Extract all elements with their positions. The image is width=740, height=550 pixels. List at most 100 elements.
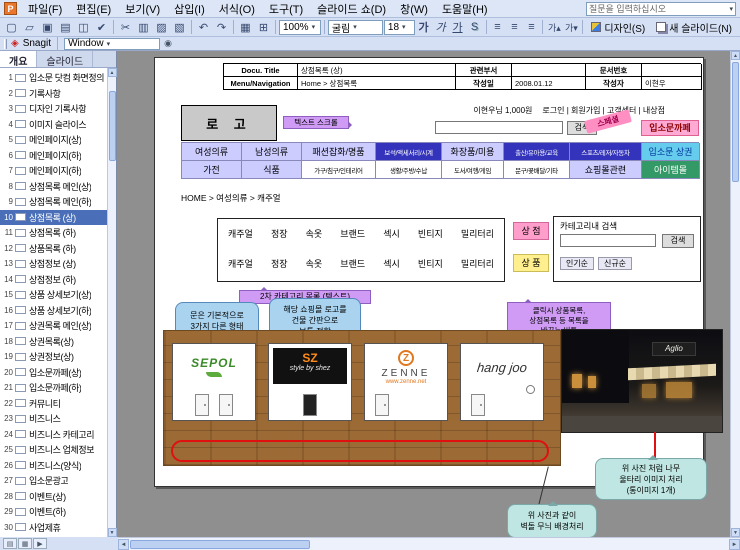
scrollbar-thumb[interactable] bbox=[108, 91, 116, 161]
sidebar-scrollbar[interactable]: ▲ ▼ bbox=[107, 68, 117, 537]
nav-cell[interactable]: 입소문 상권 bbox=[642, 143, 700, 161]
slide-list-item[interactable]: 13 상점정보 (상) bbox=[0, 256, 107, 272]
nav-cell[interactable]: 남성의류 bbox=[242, 143, 302, 161]
zoom-select[interactable]: 100% ▾ bbox=[279, 19, 321, 35]
slide-list-item[interactable]: 28 이벤트(상) bbox=[0, 489, 107, 505]
format-painter-icon[interactable]: ▧ bbox=[171, 19, 188, 35]
sort-newest-button[interactable]: 신규순 bbox=[598, 257, 632, 270]
nav-cell[interactable]: 도서/여행/게임 bbox=[442, 161, 504, 179]
normal-view-button[interactable]: ▤ bbox=[3, 538, 17, 549]
slide-list-item[interactable]: 7 메인페이지(하) bbox=[0, 163, 107, 179]
nav-cell[interactable]: 보석/액세서리/시계 bbox=[376, 143, 442, 161]
slide-list-item[interactable]: 22 커뮤니티 bbox=[0, 396, 107, 412]
slide-list-item[interactable]: 11 상점목록 (하) bbox=[0, 225, 107, 241]
slide-list-item[interactable]: 5 메인페이지(상) bbox=[0, 132, 107, 148]
category-search-input[interactable] bbox=[560, 234, 656, 247]
menu-item[interactable]: 편집(E) bbox=[69, 0, 118, 18]
menu-item[interactable]: 도움말(H) bbox=[435, 0, 495, 18]
category-link[interactable]: 빈티지 bbox=[418, 257, 443, 270]
align-left-button[interactable]: ≡ bbox=[489, 19, 505, 35]
sort-popular-button[interactable]: 인기순 bbox=[560, 257, 594, 270]
category-link[interactable]: 밀리터리 bbox=[461, 257, 494, 270]
category-link[interactable]: 속옷 bbox=[306, 257, 323, 270]
slide-list-item[interactable]: 26 비즈니스(양식) bbox=[0, 458, 107, 474]
slide-list-item[interactable]: 29 이벤트(하) bbox=[0, 504, 107, 520]
menu-item[interactable]: 슬라이드 쇼(D) bbox=[310, 0, 393, 18]
slide-sorter-view-button[interactable]: ▦ bbox=[18, 538, 32, 549]
menu-item[interactable]: 삽입(I) bbox=[167, 0, 212, 18]
bold-button[interactable]: 가 bbox=[416, 19, 432, 35]
slide-list-item[interactable]: 23 비즈니스 bbox=[0, 411, 107, 427]
scrollbar-thumb[interactable] bbox=[130, 539, 310, 549]
capture-icon[interactable]: ◉ bbox=[164, 38, 172, 49]
category-link[interactable]: 섹시 bbox=[383, 227, 400, 240]
slide-list-item[interactable]: 14 상점정보 (하) bbox=[0, 272, 107, 288]
tab-outline[interactable]: 개요 bbox=[0, 51, 38, 68]
toolbar-grip[interactable] bbox=[4, 38, 7, 49]
category-link[interactable]: 브랜드 bbox=[340, 227, 365, 240]
nav-cell[interactable]: 출산/유아용/교육 bbox=[504, 143, 570, 161]
increase-font-button[interactable]: 가▴ bbox=[546, 19, 562, 35]
copy-icon[interactable]: ▥ bbox=[135, 19, 152, 35]
nav-cell[interactable]: 쇼핑몰관련 bbox=[570, 161, 642, 179]
font-select[interactable]: 굴림 ▾ bbox=[327, 19, 383, 35]
nav-cell[interactable]: 여성의류 bbox=[182, 143, 242, 161]
design-button[interactable]: 디자인(S) bbox=[586, 19, 650, 35]
question-box[interactable]: 질문을 입력하십시오 ▾ bbox=[586, 1, 736, 16]
scroll-left-icon[interactable]: ◄ bbox=[118, 538, 129, 550]
slide-list-item[interactable]: 17 상권목록 메인(상) bbox=[0, 318, 107, 334]
slide-list-item[interactable]: 30 사업제휴 bbox=[0, 520, 107, 536]
store-card-sz[interactable]: SZ style by shez bbox=[268, 343, 352, 421]
new-slide-button[interactable]: 새 슬라이드(N) bbox=[651, 19, 737, 35]
slide-list-item[interactable]: 8 상점목록 메인(상) bbox=[0, 179, 107, 195]
nav-cell[interactable]: 식품 bbox=[242, 161, 302, 179]
category-link[interactable]: 브랜드 bbox=[340, 257, 365, 270]
spelling-icon[interactable]: ✔ bbox=[93, 19, 110, 35]
category-link[interactable]: 정장 bbox=[271, 257, 288, 270]
print-preview-icon[interactable]: ◫ bbox=[75, 19, 92, 35]
nav-cell[interactable]: 문구/꽃배달/기타 bbox=[504, 161, 570, 179]
slide-list-item[interactable]: 24 비즈니스 카테고리 bbox=[0, 427, 107, 443]
scroll-up-icon[interactable]: ▲ bbox=[107, 68, 117, 77]
category-link[interactable]: 캐주얼 bbox=[228, 257, 253, 270]
slide-list-item[interactable]: 19 상권정보(상) bbox=[0, 349, 107, 365]
category-link[interactable]: 밀리터리 bbox=[461, 227, 494, 240]
main-horizontal-scrollbar[interactable]: ◄ ► bbox=[118, 537, 740, 550]
slide-list-item[interactable]: 18 상권목록(상) bbox=[0, 334, 107, 350]
slide-list-item[interactable]: 21 입소문까페(하) bbox=[0, 380, 107, 396]
slide-list-item[interactable]: 9 상점목록 메인(하) bbox=[0, 194, 107, 210]
print-icon[interactable]: ▤ bbox=[57, 19, 74, 35]
insert-chart-icon[interactable]: ▦ bbox=[237, 19, 254, 35]
scroll-up-icon[interactable]: ▲ bbox=[731, 51, 740, 60]
category-link[interactable]: 속옷 bbox=[306, 227, 323, 240]
menu-item[interactable]: 보기(V) bbox=[118, 0, 167, 18]
slide-canvas[interactable]: Docu. Title 상점목록 (상) 관련부서 문서번호 Menu/Navi… bbox=[154, 57, 723, 537]
underline-button[interactable]: 가 bbox=[450, 19, 466, 35]
new-file-icon[interactable]: ▢ bbox=[3, 19, 20, 35]
store-card-zenne[interactable]: Z ZENNE www.zenne.net bbox=[364, 343, 448, 421]
slide-list-item[interactable]: 12 상품목록 (하) bbox=[0, 241, 107, 257]
category-link[interactable]: 캐주얼 bbox=[228, 227, 253, 240]
nav-cell[interactable]: 생활/주방/수납 bbox=[376, 161, 442, 179]
slide-list-item[interactable]: 1 입소문 닷컴 화면정의 bbox=[0, 70, 107, 86]
chevron-down-icon[interactable]: ▾ bbox=[729, 5, 733, 13]
slide-list-item[interactable]: 27 입소문광고 bbox=[0, 473, 107, 489]
font-size-select[interactable]: 18 ▾ bbox=[383, 19, 415, 35]
scroll-right-icon[interactable]: ► bbox=[729, 538, 740, 550]
decrease-font-button[interactable]: 가▾ bbox=[563, 19, 579, 35]
category-link[interactable]: 정장 bbox=[271, 227, 288, 240]
store-card-sepol[interactable]: SEPOL bbox=[172, 343, 256, 421]
category-link[interactable]: 섹시 bbox=[383, 257, 400, 270]
open-file-icon[interactable]: ▱ bbox=[21, 19, 38, 35]
slide-list-item[interactable]: 3 디자인 기록사항 bbox=[0, 101, 107, 117]
search-input[interactable] bbox=[435, 121, 563, 134]
menu-item[interactable]: 파일(F) bbox=[21, 0, 69, 18]
nav-cell[interactable]: 아이템몰 bbox=[642, 161, 700, 179]
scrollbar-thumb[interactable] bbox=[732, 62, 739, 182]
nav-cell[interactable]: 스포츠/레저/자동차 bbox=[570, 143, 642, 161]
slide-list-item[interactable]: 15 상품 상세보기(상) bbox=[0, 287, 107, 303]
slide-list-item[interactable]: 20 입소문까페(상) bbox=[0, 365, 107, 381]
snagit-window-select[interactable]: Window ▾ bbox=[64, 37, 161, 50]
category-search-button[interactable]: 검색 bbox=[662, 234, 694, 248]
main-vertical-scrollbar[interactable]: ▲ ▼ bbox=[730, 51, 740, 537]
